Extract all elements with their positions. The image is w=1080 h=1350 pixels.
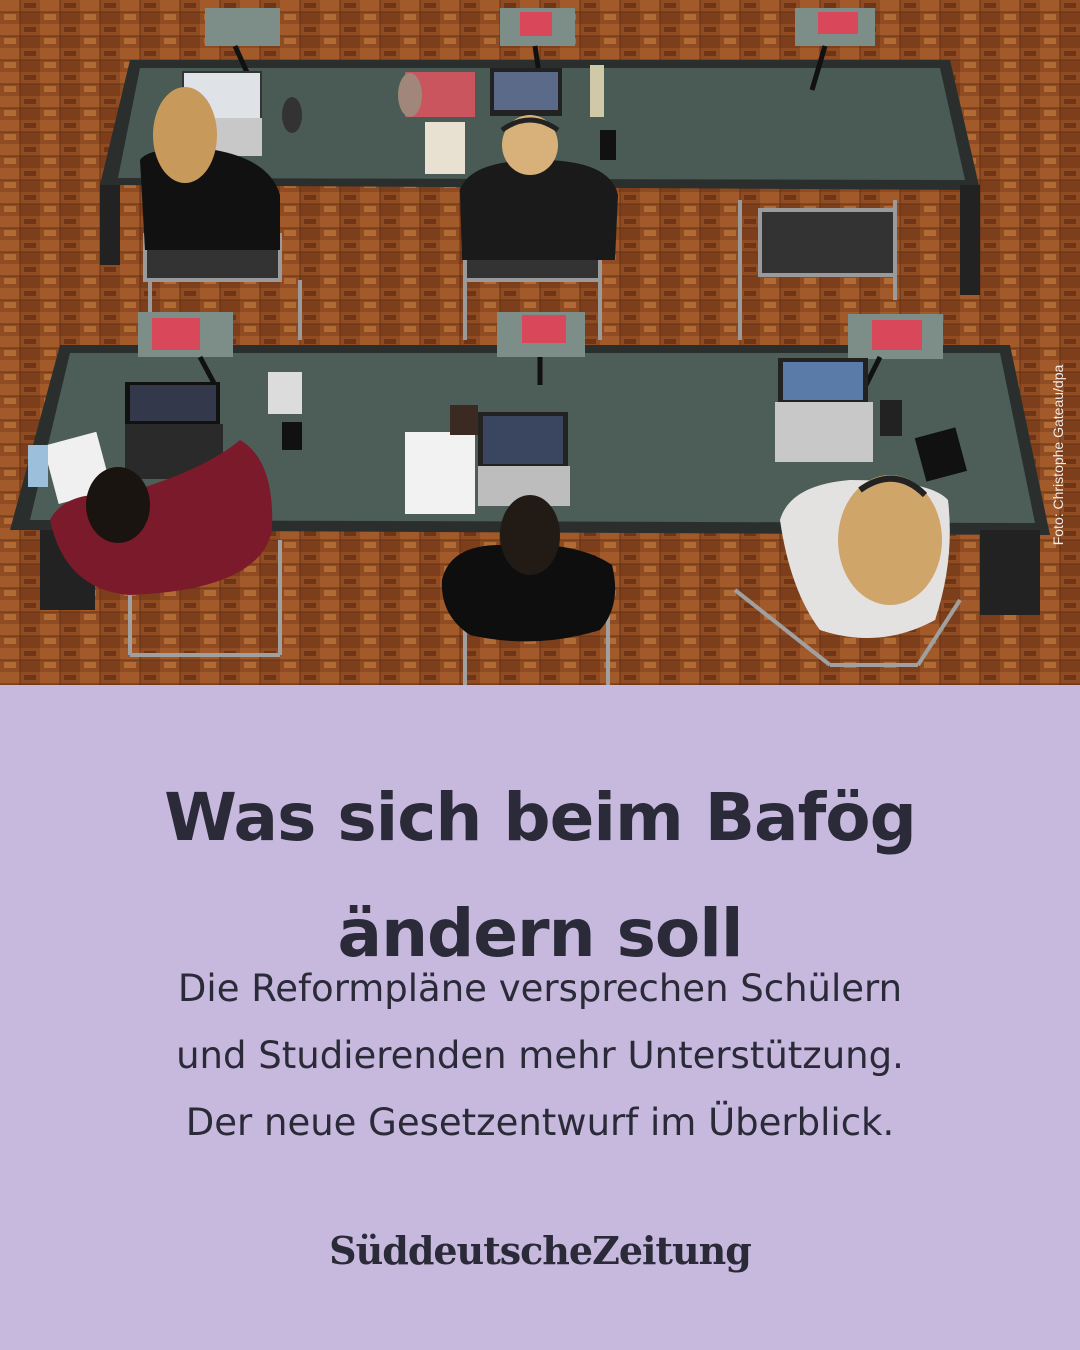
sz-logo-text: SüddeutscheZeitung bbox=[329, 1228, 752, 1273]
hero-photo: Foto: Christophe Gateau/dpa bbox=[0, 0, 1080, 685]
sz-logo: SüddeutscheZeitung bbox=[240, 1228, 840, 1273]
teaser-text: Die Reformpläne versprechen Schülern und… bbox=[90, 955, 990, 1156]
headline-line-1: Was sich beim Bafög bbox=[164, 779, 917, 856]
teaser-line-2: und Studierenden mehr Unterstützung. bbox=[176, 1034, 904, 1077]
caption-panel: Was sich beim Bafög ändern soll Die Refo… bbox=[0, 685, 1080, 1350]
teaser-line-3: Der neue Gesetzentwurf im Überblick. bbox=[185, 1101, 895, 1144]
library-scene-illustration bbox=[0, 0, 1080, 685]
photo-credit-text: Foto: Christophe Gateau/dpa bbox=[1050, 364, 1066, 546]
teaser-line-1: Die Reformpläne versprechen Schülern bbox=[177, 967, 903, 1010]
